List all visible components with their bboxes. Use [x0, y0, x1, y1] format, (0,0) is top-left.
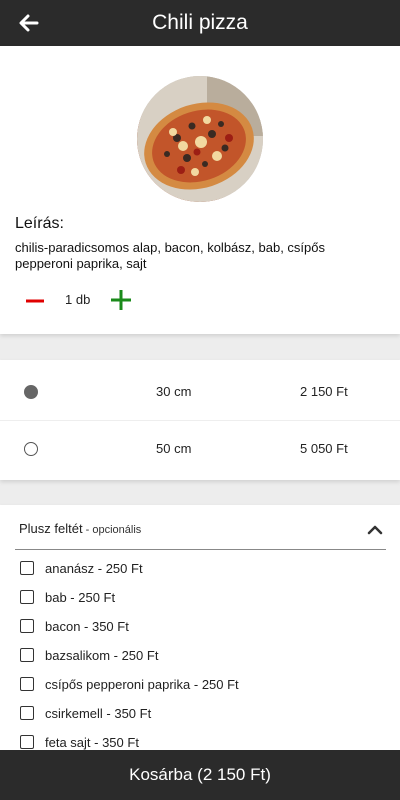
- extra-item[interactable]: csípős pepperoni paprika - 250 Ft: [19, 674, 359, 696]
- add-to-cart-button[interactable]: Kosárba (2 150 Ft): [0, 750, 400, 800]
- chevron-up-icon: [367, 525, 383, 535]
- checkbox[interactable]: [20, 648, 34, 662]
- checkbox[interactable]: [20, 619, 34, 633]
- size-price: 5 050 Ft: [300, 441, 348, 456]
- radio-selected-icon[interactable]: [24, 385, 38, 399]
- extra-label: bazsalikom - 250 Ft: [45, 648, 159, 663]
- extra-item[interactable]: ananász - 250 Ft: [19, 558, 359, 580]
- product-card: Leírás: chilis-paradicsomos alap, bacon,…: [0, 46, 400, 334]
- collapse-extras-button[interactable]: [367, 523, 383, 535]
- extras-header[interactable]: Plusz feltét - opcionális: [19, 521, 141, 536]
- description-label: Leírás:: [15, 215, 64, 232]
- divider: [15, 549, 386, 550]
- extra-label: ananász - 250 Ft: [45, 561, 143, 576]
- checkbox[interactable]: [20, 677, 34, 691]
- size-price: 2 150 Ft: [300, 384, 348, 399]
- checkbox[interactable]: [20, 590, 34, 604]
- extra-item[interactable]: csirkemell - 350 Ft: [19, 703, 359, 725]
- back-button[interactable]: [14, 9, 42, 37]
- minus-icon: [26, 299, 44, 303]
- checkbox[interactable]: [20, 706, 34, 720]
- plus-icon: [111, 290, 131, 310]
- extra-label: csípős pepperoni paprika - 250 Ft: [45, 677, 239, 692]
- extra-label: bacon - 350 Ft: [45, 619, 129, 634]
- extra-item[interactable]: feta sajt - 350 Ft: [19, 732, 359, 750]
- checkbox[interactable]: [20, 735, 34, 749]
- arrow-left-icon: [19, 14, 39, 32]
- extra-item[interactable]: bazsalikom - 250 Ft: [19, 645, 359, 667]
- extras-section: Plusz feltét - opcionális ananász - 250 …: [0, 505, 400, 750]
- description-text: chilis-paradicsomos alap, bacon, kolbász…: [15, 240, 325, 271]
- extra-label: csirkemell - 350 Ft: [45, 706, 152, 721]
- size-name: 30 cm: [156, 384, 192, 399]
- size-options: 30 cm 2 150 Ft 50 cm 5 050 Ft: [0, 360, 400, 480]
- extras-title: Plusz feltét: [19, 521, 83, 536]
- extra-label: bab - 250 Ft: [45, 590, 116, 605]
- decrease-quantity-button[interactable]: [25, 291, 45, 311]
- extra-item[interactable]: bacon - 350 Ft: [19, 616, 359, 638]
- add-to-cart-label: Kosárba (2 150 Ft): [129, 765, 271, 784]
- checkbox[interactable]: [20, 561, 34, 575]
- extra-item[interactable]: bab - 250 Ft: [19, 587, 359, 609]
- extra-label: feta sajt - 350 Ft: [45, 735, 139, 750]
- size-option[interactable]: 30 cm 2 150 Ft: [0, 363, 400, 421]
- quantity-value: 1 db: [65, 292, 91, 307]
- app-bar: Chili pizza: [0, 0, 400, 46]
- size-name: 50 cm: [156, 441, 192, 456]
- radio-unselected-icon[interactable]: [24, 442, 38, 456]
- quantity-stepper: 1 db: [15, 286, 175, 314]
- size-option[interactable]: 50 cm 5 050 Ft: [0, 420, 400, 478]
- extras-optional-label: - opcionális: [82, 524, 142, 536]
- pizza-image: [137, 76, 263, 202]
- increase-quantity-button[interactable]: [110, 289, 132, 311]
- page-title: Chili pizza: [152, 11, 248, 34]
